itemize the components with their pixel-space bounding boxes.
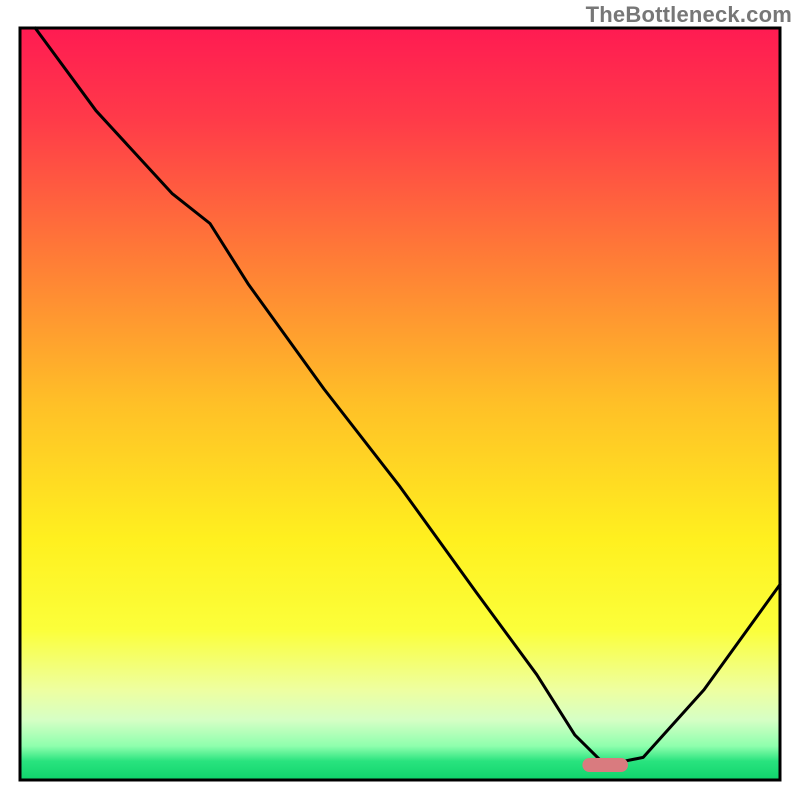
chart-gradient-panel xyxy=(20,28,780,780)
chart-svg xyxy=(0,0,800,800)
chart-stage: TheBottleneck.com xyxy=(0,0,800,800)
watermark-text: TheBottleneck.com xyxy=(586,2,792,28)
optimal-marker xyxy=(582,758,628,772)
